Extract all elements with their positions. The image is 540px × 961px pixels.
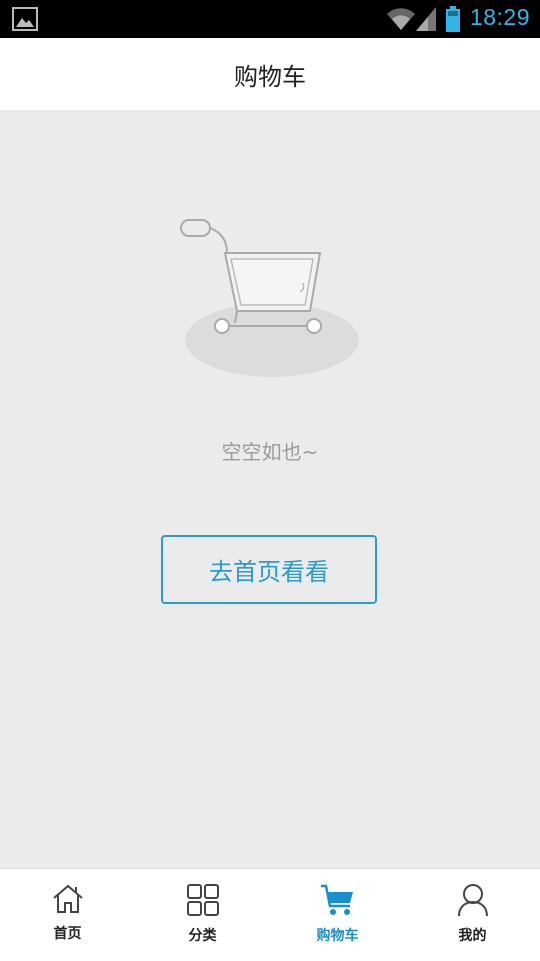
battery-icon xyxy=(446,6,460,32)
tab-home[interactable]: 首页 xyxy=(0,869,135,961)
tab-profile[interactable]: 我的 xyxy=(405,869,540,961)
go-home-button[interactable]: 去首页看看 xyxy=(161,535,377,604)
gallery-notification-icon xyxy=(12,7,38,31)
empty-cart-illustration xyxy=(180,219,359,377)
bottom-tab-bar: 首页 分类 购物车 我的 xyxy=(0,868,540,961)
tab-category[interactable]: 分类 xyxy=(135,869,270,961)
page-title: 购物车 xyxy=(234,62,306,91)
tab-profile-label: 我的 xyxy=(458,928,487,944)
signal-icon xyxy=(416,7,436,31)
home-icon xyxy=(52,884,83,913)
status-clock: 18:29 xyxy=(469,4,530,30)
empty-cart-content: 空空如也~ 去首页看看 xyxy=(0,110,540,868)
wifi-icon xyxy=(387,8,415,30)
tab-home-label: 首页 xyxy=(53,926,82,942)
empty-cart-message: 空空如也~ xyxy=(221,440,319,464)
grid-icon xyxy=(186,884,219,916)
status-bar: 18:29 xyxy=(0,0,540,38)
page-header: 购物车 xyxy=(0,38,540,110)
cart-icon xyxy=(320,884,353,915)
tab-category-label: 分类 xyxy=(188,928,217,944)
tab-cart[interactable]: 购物车 xyxy=(270,869,405,961)
tab-cart-label: 购物车 xyxy=(316,928,359,944)
person-icon xyxy=(457,884,488,917)
